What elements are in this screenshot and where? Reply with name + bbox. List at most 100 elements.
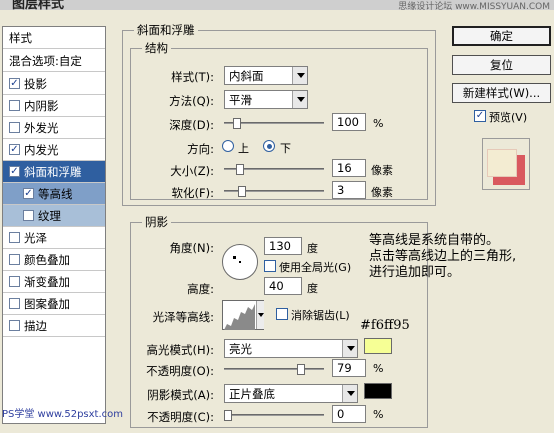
style-list-item-label: 内阴影 xyxy=(24,98,59,113)
highlight-opacity-unit: % xyxy=(373,362,384,375)
angle-dial-point xyxy=(233,256,236,259)
technique-select[interactable]: 平滑 xyxy=(224,90,308,109)
chevron-down-icon xyxy=(292,91,307,108)
watermark: 思缘设计论坛 www.MISSYUAN.COM xyxy=(398,2,550,10)
style-list-item[interactable]: 纹理 xyxy=(3,205,105,227)
gloss-contour-picker[interactable] xyxy=(222,300,264,330)
soften-label: 软化(F): xyxy=(171,186,214,200)
reset-button[interactable]: 复位 xyxy=(452,55,551,75)
annotation-line: 进行追加即可。 xyxy=(369,265,461,280)
ok-button[interactable]: 确定 xyxy=(452,26,551,46)
shadow-mode-select[interactable]: 正片叠底 xyxy=(224,384,358,403)
shadow-opacity-slider[interactable] xyxy=(224,410,324,421)
chevron-down-icon xyxy=(342,340,357,357)
style-checkbox[interactable] xyxy=(9,298,20,309)
style-checkbox[interactable] xyxy=(9,100,20,111)
highlight-opacity-label: 不透明度(O): xyxy=(146,364,214,378)
antialias-label: 消除锯齿(L) xyxy=(291,309,350,322)
depth-slider[interactable] xyxy=(224,118,324,129)
style-list-item[interactable]: ✓ 内发光 xyxy=(3,139,105,161)
style-preview xyxy=(482,138,530,190)
new-style-button[interactable]: 新建样式(W)... xyxy=(452,83,551,103)
antialias-checkbox[interactable] xyxy=(276,308,288,320)
style-list: 样式 混合选项:自定 ✓ 投影 内阴影 外发光 ✓ 内发光 ✓ 斜面和浮雕 ✓ 等高线 纹理 光泽 颜色… xyxy=(2,26,106,424)
style-checkbox[interactable]: ✓ xyxy=(9,144,20,155)
style-list-header[interactable]: 样式 xyxy=(3,27,105,49)
highlight-opacity-thumb[interactable] xyxy=(296,364,305,375)
gloss-contour-label: 光泽等高线: xyxy=(152,310,214,324)
style-list-item-label: 外发光 xyxy=(24,120,59,135)
style-checkbox[interactable] xyxy=(9,254,20,265)
style-list-item[interactable]: 颜色叠加 xyxy=(3,249,105,271)
style-checkbox[interactable]: ✓ xyxy=(9,78,20,89)
highlight-opacity-input[interactable]: 79 xyxy=(332,359,366,377)
style-checkbox[interactable] xyxy=(23,210,34,221)
highlight-mode-value: 亮光 xyxy=(229,342,252,356)
direction-down-radio[interactable] xyxy=(263,140,275,152)
style-select[interactable]: 内斜面 xyxy=(224,66,308,85)
style-checkbox[interactable]: ✓ xyxy=(23,188,34,199)
style-list-item[interactable]: 渐变叠加 xyxy=(3,271,105,293)
altitude-label: 高度: xyxy=(187,282,214,296)
style-list-item[interactable]: ✓ 斜面和浮雕 xyxy=(3,161,105,183)
highlight-color-swatch[interactable] xyxy=(364,338,392,354)
style-list-item-label: 描边 xyxy=(24,318,47,333)
style-list-item[interactable]: 内阴影 xyxy=(3,95,105,117)
chevron-down-icon xyxy=(258,313,264,317)
style-checkbox[interactable] xyxy=(9,122,20,133)
angle-dial[interactable] xyxy=(222,244,258,280)
global-light-label: 使用全局光(G) xyxy=(279,261,352,274)
size-label: 大小(Z): xyxy=(170,164,214,178)
style-checkbox[interactable]: ✓ xyxy=(9,166,20,177)
altitude-input[interactable]: 40 xyxy=(264,277,302,295)
style-checkbox[interactable] xyxy=(9,276,20,287)
style-list-item[interactable]: 光泽 xyxy=(3,227,105,249)
style-list-item[interactable]: 图案叠加 xyxy=(3,293,105,315)
structure-title: 结构 xyxy=(142,40,171,56)
annotation-note: 等高线是系统自带的。 点击等高线边上的三角形, 进行追加即可。 xyxy=(369,233,549,281)
annotation-hex: #f6ff95 xyxy=(360,318,410,333)
style-list-item-label: 等高线 xyxy=(38,186,73,201)
highlight-mode-select[interactable]: 亮光 xyxy=(224,339,358,358)
depth-label: 深度(D): xyxy=(169,118,214,132)
soften-slider-thumb[interactable] xyxy=(238,186,246,197)
angle-input[interactable]: 130 xyxy=(264,237,302,255)
style-list-item[interactable]: ✓ 等高线 xyxy=(3,183,105,205)
highlight-opacity-slider[interactable] xyxy=(224,364,324,375)
contour-dropdown-arrow[interactable] xyxy=(256,301,264,329)
technique-label: 方法(Q): xyxy=(169,94,214,108)
style-checkbox[interactable] xyxy=(9,232,20,243)
shadow-opacity-thumb[interactable] xyxy=(224,410,232,421)
style-list-item-label: 颜色叠加 xyxy=(24,252,70,267)
preview-label: 预览(V) xyxy=(489,111,528,124)
soften-slider[interactable] xyxy=(224,186,324,197)
style-list-item[interactable]: ✓ 投影 xyxy=(3,73,105,95)
depth-slider-thumb[interactable] xyxy=(233,118,242,129)
preview-checkbox[interactable]: ✓ xyxy=(474,110,486,122)
shadow-opacity-label: 不透明度(C): xyxy=(147,410,214,424)
contour-preview-icon xyxy=(224,304,255,330)
size-input[interactable]: 16 xyxy=(332,159,366,177)
bevel-title: 斜面和浮雕 xyxy=(134,22,198,38)
size-slider[interactable] xyxy=(224,164,324,175)
direction-down-label: 下 xyxy=(280,142,291,155)
shadow-opacity-input[interactable]: 0 xyxy=(332,405,366,423)
style-list-item-label: 纹理 xyxy=(38,208,61,223)
preview-swatch xyxy=(487,149,517,177)
soften-input[interactable]: 3 xyxy=(332,181,366,199)
chevron-down-icon xyxy=(342,385,357,402)
angle-label: 角度(N): xyxy=(169,241,214,255)
footer-watermark: PS学堂 www.52psxt.com xyxy=(2,409,124,420)
global-light-checkbox[interactable] xyxy=(264,260,276,272)
blend-options-label: 混合选项:自定 xyxy=(9,53,82,68)
style-list-item[interactable]: 外发光 xyxy=(3,117,105,139)
style-list-item[interactable]: 描边 xyxy=(3,315,105,337)
style-checkbox[interactable] xyxy=(9,320,20,331)
direction-up-radio[interactable] xyxy=(222,140,234,152)
size-slider-thumb[interactable] xyxy=(236,164,244,175)
shadow-color-swatch[interactable] xyxy=(364,383,392,399)
depth-input[interactable]: 100 xyxy=(332,113,366,131)
highlight-mode-label: 高光模式(H): xyxy=(146,343,215,357)
direction-label: 方向: xyxy=(187,142,214,156)
blend-options-item[interactable]: 混合选项:自定 xyxy=(3,50,105,72)
